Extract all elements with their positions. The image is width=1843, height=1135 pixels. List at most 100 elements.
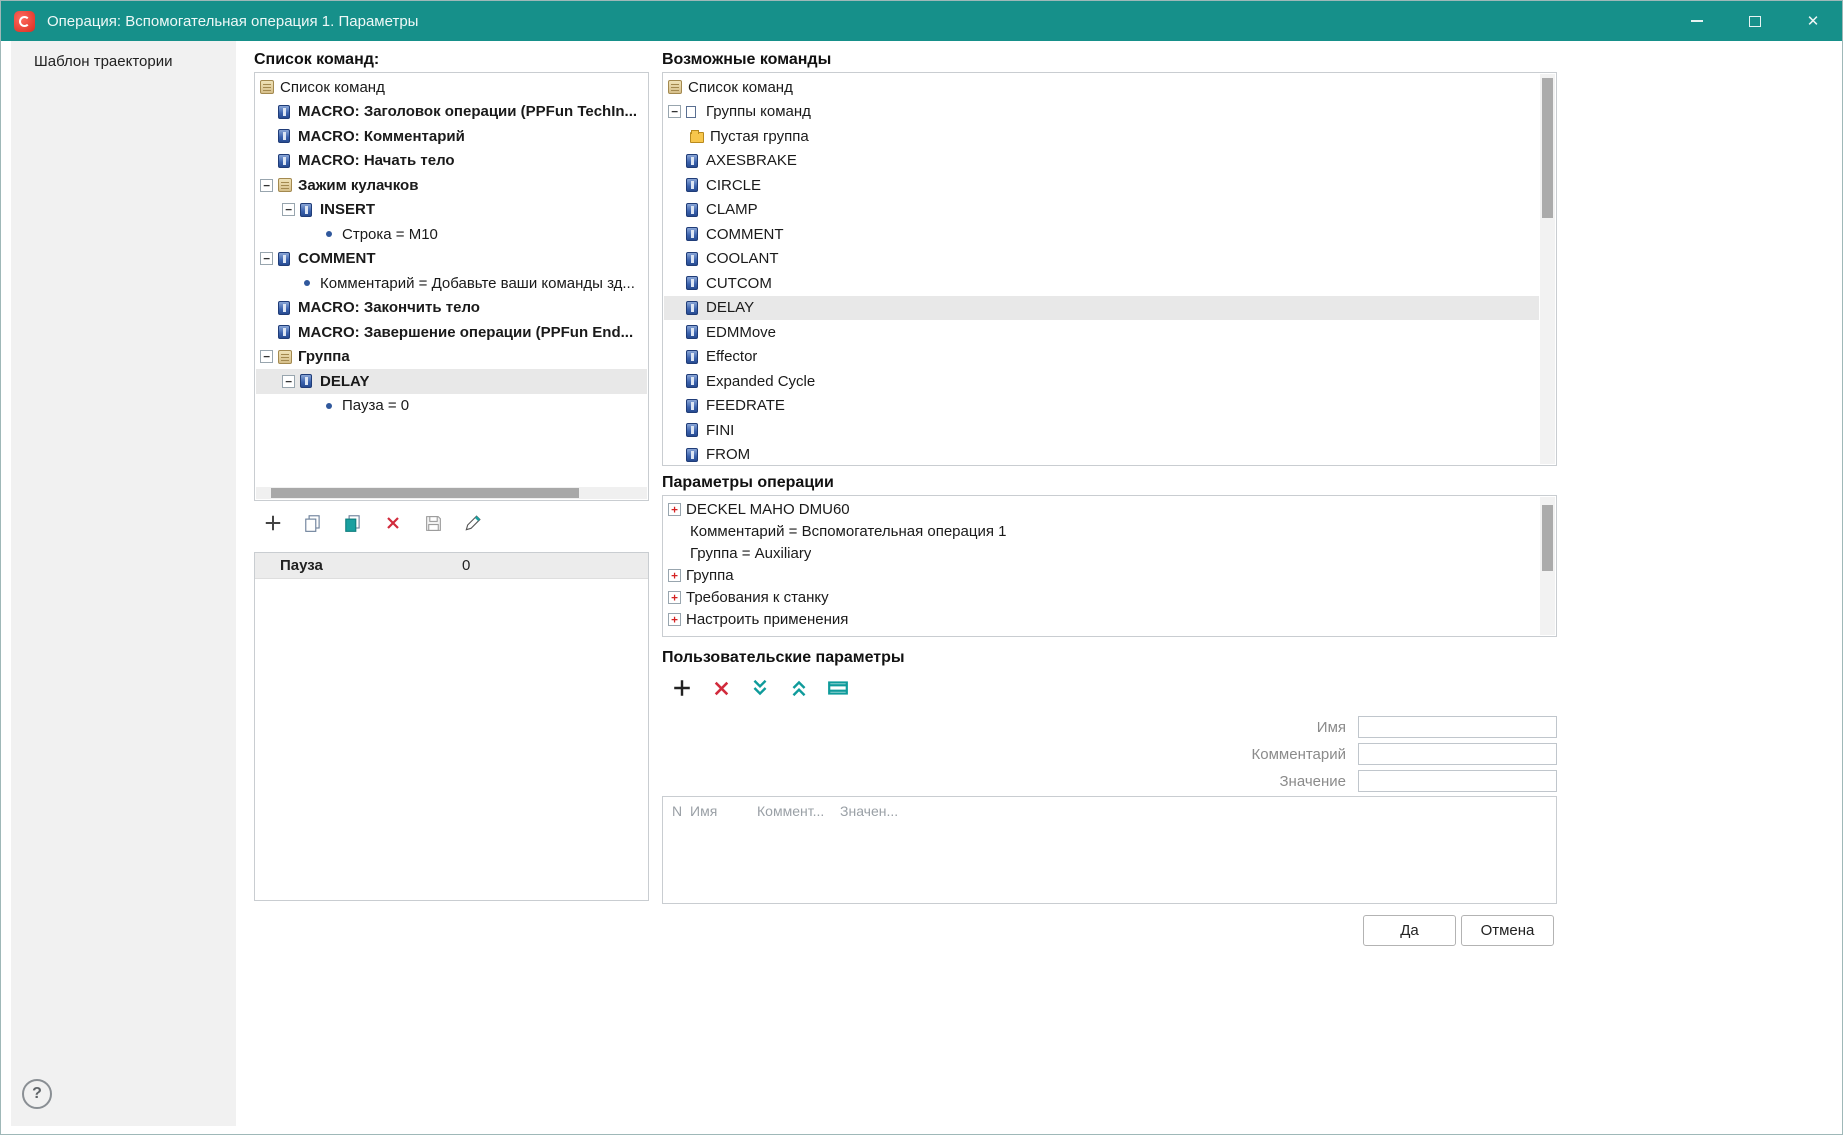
scrollbar-thumb[interactable]	[1542, 505, 1553, 571]
tree-node-label: COMMENT	[706, 226, 784, 243]
tree-node[interactable]: Expanded Cycle	[664, 369, 1539, 394]
tree-node[interactable]: MACRO: Начать тело	[256, 149, 647, 174]
tree-node[interactable]: Effector	[664, 345, 1539, 370]
collapse-icon[interactable]: −	[260, 179, 273, 192]
copy-group-button[interactable]	[342, 512, 364, 534]
tree-node[interactable]: Список команд	[256, 75, 647, 100]
tree-node[interactable]: CIRCLE	[664, 173, 1539, 198]
save-command-button[interactable]	[422, 512, 444, 534]
parameter-value[interactable]: 0	[462, 557, 470, 574]
tree-node[interactable]: CUTCOM	[664, 271, 1539, 296]
tree-node[interactable]: Комментарий = Вспомогательная операция 1	[664, 520, 1539, 542]
tree-node-label: FEEDRATE	[706, 397, 785, 414]
help-button[interactable]: ?	[22, 1079, 52, 1109]
tree-node-label: Зажим кулачков	[298, 177, 418, 194]
tree-node[interactable]: − Группы команд	[664, 100, 1539, 125]
tree-node-label: Группы команд	[706, 103, 811, 120]
tree-node[interactable]: Комментарий = Добавьте ваши команды зд..…	[256, 271, 647, 296]
tree-node[interactable]: Пустая группа	[664, 124, 1539, 149]
collapse-icon[interactable]: −	[260, 350, 273, 363]
tree-node[interactable]: EDMMove	[664, 320, 1539, 345]
tree-node[interactable]: CLAMP	[664, 198, 1539, 223]
tree-node[interactable]: Группа = Auxiliary	[664, 542, 1539, 564]
close-button[interactable]: ✕	[1784, 1, 1842, 41]
maximize-button[interactable]	[1726, 1, 1784, 41]
expand-icon[interactable]: +	[668, 613, 681, 626]
tree-node-label: COMMENT	[298, 250, 376, 267]
tree-node-label: EDMMove	[706, 324, 776, 341]
cancel-button[interactable]: Отмена	[1461, 915, 1554, 946]
scrollbar-thumb[interactable]	[1542, 78, 1553, 218]
collapse-icon[interactable]: −	[668, 105, 681, 118]
tree-node[interactable]: MACRO: Закончить тело	[256, 296, 647, 321]
tree-node[interactable]: −DELAY	[256, 369, 647, 394]
comment-input[interactable]	[1358, 743, 1557, 765]
tree-node-label: MACRO: Комментарий	[298, 128, 465, 145]
tree-node[interactable]: − Зажим кулачков	[256, 173, 647, 198]
tree-node[interactable]: DELAY	[664, 296, 1539, 321]
tree-node-label: DECKEL MAHO DMU60	[686, 501, 850, 518]
tree-node-label: Комментарий = Вспомогательная операция 1	[690, 523, 1006, 540]
edit-command-button[interactable]	[462, 512, 484, 534]
cmd-icon	[686, 154, 698, 168]
tree-node[interactable]: +Группа	[664, 564, 1539, 586]
delete-command-button[interactable]	[382, 512, 404, 534]
collapse-icon[interactable]: −	[282, 203, 295, 216]
sidebar-item-trajectory-template[interactable]: Шаблон траектории	[34, 53, 173, 70]
copy-command-button[interactable]	[302, 512, 324, 534]
tree-node-label: CIRCLE	[706, 177, 761, 194]
display-params-button[interactable]	[827, 677, 849, 699]
delete-user-param-button[interactable]	[710, 677, 732, 699]
expand-icon[interactable]: +	[668, 569, 681, 582]
minimize-button[interactable]	[1668, 1, 1726, 41]
tree-node-label: Группа = Auxiliary	[690, 545, 811, 562]
tree-node[interactable]: COMMENT	[664, 222, 1539, 247]
tree-node-label: Строка = M10	[342, 226, 438, 243]
horizontal-scrollbar[interactable]	[256, 487, 647, 499]
command-list-header: Список команд:	[254, 51, 379, 69]
expand-icon[interactable]: +	[668, 591, 681, 604]
ok-button[interactable]: Да	[1363, 915, 1456, 946]
tree-node[interactable]: + DECKEL MAHO DMU60	[664, 498, 1539, 520]
add-command-button[interactable]	[262, 512, 284, 534]
cmd-icon	[278, 325, 290, 339]
tree-node-label: Список команд	[688, 79, 793, 96]
cmd-icon	[278, 252, 290, 266]
name-input[interactable]	[1358, 716, 1557, 738]
move-up-button[interactable]	[788, 677, 810, 699]
expand-icon[interactable]: +	[668, 503, 681, 516]
tree-node[interactable]: +Настроить применения	[664, 608, 1539, 630]
tree-node[interactable]: Строка = M10	[256, 222, 647, 247]
tree-node[interactable]: FINI	[664, 418, 1539, 443]
value-input[interactable]	[1358, 770, 1557, 792]
tree-node[interactable]: FROM	[664, 443, 1539, 465]
tree-node[interactable]: MACRO: Завершение операции (PPFun End...	[256, 320, 647, 345]
tree-node[interactable]: FEEDRATE	[664, 394, 1539, 419]
tree-node[interactable]: COOLANT	[664, 247, 1539, 272]
tree-node[interactable]: Пауза = 0	[256, 394, 647, 419]
tree-node[interactable]: +	[664, 630, 1539, 635]
expand-icon[interactable]: +	[668, 635, 681, 636]
tree-node[interactable]: +Требования к станку	[664, 586, 1539, 608]
tree-node[interactable]: − COMMENT	[256, 247, 647, 272]
scrollbar-thumb[interactable]	[271, 488, 579, 498]
tree-node[interactable]: AXESBRAKE	[664, 149, 1539, 174]
collapse-icon[interactable]: −	[260, 252, 273, 265]
tree-node[interactable]: − Группа	[256, 345, 647, 370]
operation-parameters-dialog: Операция: Вспомогательная операция 1. Па…	[0, 0, 1843, 1135]
tree-node[interactable]: MACRO: Заголовок операции (PPFun TechIn.…	[256, 100, 647, 125]
vertical-scrollbar[interactable]	[1540, 497, 1555, 635]
bullet-icon	[326, 403, 332, 409]
collapse-icon[interactable]: −	[282, 375, 295, 388]
parameter-row[interactable]: Пауза 0	[255, 553, 648, 579]
add-user-param-button[interactable]	[671, 677, 693, 699]
move-down-button[interactable]	[749, 677, 771, 699]
tree-node-label: CUTCOM	[706, 275, 772, 292]
column-header-n: N	[672, 803, 682, 819]
tree-node[interactable]: Список команд	[664, 75, 1539, 100]
app-icon	[14, 11, 35, 32]
vertical-scrollbar[interactable]	[1540, 74, 1555, 464]
tree-node[interactable]: −INSERT	[256, 198, 647, 223]
tree-node[interactable]: MACRO: Комментарий	[256, 124, 647, 149]
tree-node-label: Группа	[298, 348, 350, 365]
